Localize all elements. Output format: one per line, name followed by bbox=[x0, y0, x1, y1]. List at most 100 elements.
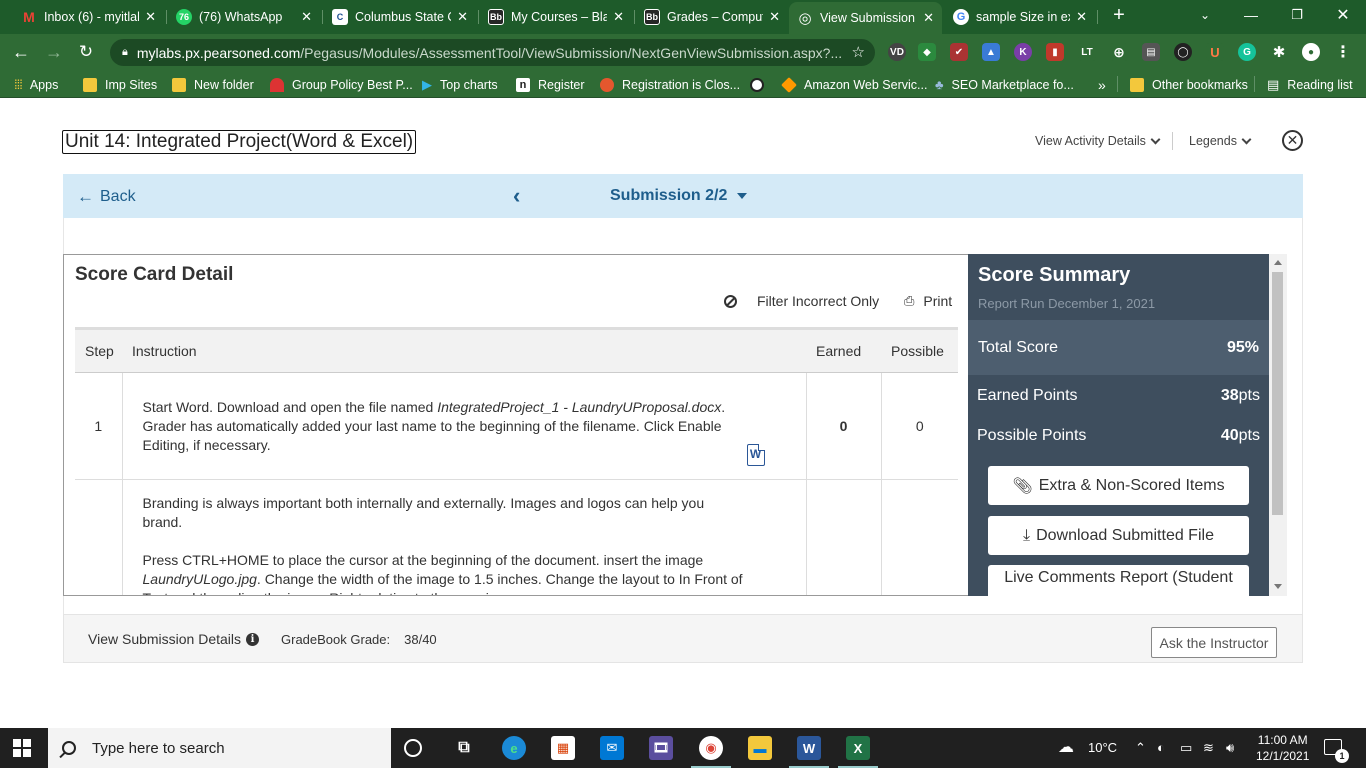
weather-icon[interactable]: ☁ bbox=[1058, 737, 1074, 757]
tab-sample-size[interactable]: G sample Size in ex ✕ bbox=[945, 4, 1095, 30]
excel-icon[interactable]: X bbox=[838, 736, 878, 768]
extension-doc-icon[interactable]: ▤ bbox=[1142, 43, 1160, 61]
maximize-button[interactable]: ❐ bbox=[1274, 0, 1320, 30]
windows-start-icon[interactable] bbox=[13, 739, 31, 757]
window-close-button[interactable]: ✕ bbox=[1320, 0, 1366, 30]
close-icon[interactable]: ✕ bbox=[457, 9, 468, 25]
close-icon[interactable]: ✕ bbox=[1076, 9, 1087, 25]
taskbar-clock[interactable]: 11:00 AM 12/1/2021 bbox=[1256, 732, 1309, 764]
microsoft-store-icon[interactable]: ▦ bbox=[551, 736, 575, 760]
back-arrow-icon[interactable]: ← bbox=[9, 40, 33, 64]
word-icon[interactable]: W bbox=[789, 736, 829, 768]
address-bar[interactable]: 🔒︎ mylabs.px.pearsoned.com/Pegasus/Modul… bbox=[110, 39, 875, 66]
live-comments-report-button[interactable]: Live Comments Report (Student bbox=[988, 565, 1249, 596]
taskbar-search-input[interactable]: Type here to search bbox=[48, 728, 391, 768]
temperature[interactable]: 10°C bbox=[1088, 740, 1117, 755]
view-activity-details[interactable]: View Activity Details bbox=[1035, 134, 1161, 148]
video-editor-icon[interactable]: 🎞︎ bbox=[649, 736, 673, 760]
bookmark-imp-sites[interactable]: Imp Sites bbox=[83, 76, 157, 93]
close-icon[interactable]: ✕ bbox=[769, 9, 780, 25]
minimize-button[interactable]: — bbox=[1228, 0, 1274, 30]
wifi-icon[interactable]: ≋ bbox=[1203, 740, 1214, 756]
bookmarks-overflow-chevron[interactable]: » bbox=[1098, 76, 1106, 93]
close-icon[interactable]: ✕ bbox=[301, 9, 312, 25]
reading-list[interactable]: ▤ Reading list bbox=[1267, 76, 1353, 93]
tab-search-chevron-icon[interactable]: ⌄ bbox=[1182, 0, 1228, 30]
bookmark-star-icon[interactable]: ☆ bbox=[852, 43, 865, 61]
mail-icon[interactable]: ✉ bbox=[600, 736, 624, 760]
chrome-icon[interactable]: ◉ bbox=[691, 736, 731, 768]
bookmark-other[interactable]: Other bookmarks bbox=[1130, 76, 1248, 93]
bookmark-aws[interactable]: Amazon Web Servic... bbox=[781, 76, 927, 93]
tab-columbus-state[interactable]: C Columbus State C ✕ bbox=[324, 4, 476, 30]
extension-lt-icon[interactable]: LT bbox=[1078, 43, 1096, 61]
tab-my-courses[interactable]: Bb My Courses – Bla ✕ bbox=[480, 4, 632, 30]
grammarly-icon[interactable]: G bbox=[1238, 43, 1256, 61]
url-path: /Pegasus/Modules/AssessmentTool/ViewSubm… bbox=[300, 44, 843, 61]
bookmark-apps[interactable]: ⁞⁞⁞ Apps bbox=[14, 76, 58, 93]
ask-instructor-button[interactable]: Ask the Instructor bbox=[1151, 627, 1277, 658]
bookmark-globe[interactable] bbox=[750, 76, 772, 93]
submission-selector[interactable]: Submission 2/2 bbox=[610, 187, 748, 205]
download-icon: ⤓ bbox=[1023, 526, 1031, 544]
bookmark-registration[interactable]: Registration is Clos... bbox=[600, 76, 740, 93]
new-tab-button[interactable]: + bbox=[1096, 0, 1142, 30]
edge-icon[interactable]: e bbox=[502, 736, 526, 760]
close-icon[interactable]: ✕ bbox=[923, 10, 934, 26]
reload-icon[interactable]: ↻ bbox=[74, 40, 98, 64]
extension-image-icon[interactable]: ▲ bbox=[982, 43, 1000, 61]
previous-submission-chevron-icon[interactable]: ‹ bbox=[513, 183, 520, 209]
close-icon[interactable]: ✕ bbox=[613, 9, 624, 25]
profile-avatar-icon[interactable]: ● bbox=[1302, 43, 1320, 61]
windows-taskbar: Type here to search ⧉ e ▦ ✉ 🎞︎ ◉ ▬ W X ☁… bbox=[0, 728, 1366, 768]
extension-book-icon[interactable]: ▮ bbox=[1046, 43, 1064, 61]
view-submission-details-link[interactable]: View Submission Details i bbox=[88, 631, 260, 647]
info-icon[interactable]: i bbox=[246, 632, 260, 646]
extension-globe-icon[interactable]: ⊕ bbox=[1110, 43, 1128, 61]
score-card-detail[interactable]: Score Card Detail Filter Incorrect Only … bbox=[63, 254, 968, 596]
tab-grades[interactable]: Bb Grades – Comput ✕ bbox=[636, 4, 788, 30]
download-submitted-file-button[interactable]: ⤓ Download Submitted File bbox=[988, 516, 1249, 555]
meet-now-icon[interactable]: ◐ bbox=[1157, 740, 1165, 755]
extension-check-icon[interactable]: ✔ bbox=[950, 43, 968, 61]
score-table: Step Instruction Earned Possible 1 Start… bbox=[75, 327, 958, 595]
close-icon[interactable]: ✕ bbox=[1282, 130, 1303, 151]
earned-value: 0 bbox=[806, 372, 882, 480]
bookmark-seo[interactable]: ♣ SEO Marketplace fo... bbox=[935, 76, 1074, 93]
word-file-icon[interactable]: W bbox=[746, 444, 765, 466]
file-explorer-icon[interactable]: ▬ bbox=[748, 736, 772, 760]
volume-icon[interactable]: 🔊︎ bbox=[1226, 740, 1234, 756]
tab-whatsapp[interactable]: 76 (76) WhatsApp ✕ bbox=[168, 4, 320, 30]
back-button[interactable]: ← Back bbox=[77, 187, 136, 207]
scroll-down-arrow-icon[interactable] bbox=[1274, 584, 1282, 589]
legends-dropdown[interactable]: Legends bbox=[1189, 134, 1252, 148]
panel-scrollbar[interactable] bbox=[1269, 254, 1287, 596]
battery-icon[interactable]: ▭ bbox=[1180, 740, 1192, 756]
tab-view-submission[interactable]: ◎ View Submission ✕ bbox=[789, 2, 942, 34]
show-hidden-icons-chevron[interactable]: ⌃ bbox=[1135, 740, 1146, 756]
notification-center-icon[interactable]: 1 bbox=[1324, 739, 1349, 763]
bookmark-top-charts[interactable]: ▶ Top charts bbox=[422, 76, 498, 93]
cortana-icon[interactable] bbox=[404, 739, 422, 757]
forward-arrow-icon[interactable]: → bbox=[42, 40, 66, 64]
chrome-menu-icon[interactable]: ⋮ bbox=[1334, 43, 1352, 61]
extension-u-icon[interactable]: U bbox=[1206, 43, 1224, 61]
extension-k-icon[interactable]: K bbox=[1014, 43, 1032, 61]
scroll-thumb[interactable] bbox=[1272, 272, 1283, 515]
close-icon[interactable]: ✕ bbox=[145, 9, 156, 25]
tab-gmail[interactable]: M Inbox (6) - myitlab ✕ bbox=[13, 4, 164, 30]
blackboard-icon: Bb bbox=[488, 9, 504, 25]
scroll-up-arrow-icon[interactable] bbox=[1274, 260, 1282, 265]
extension-gem-icon[interactable]: ◆ bbox=[918, 43, 936, 61]
bookmark-group-policy[interactable]: Group Policy Best P... bbox=[270, 76, 413, 93]
extension-circle-icon[interactable]: ◯ bbox=[1174, 43, 1192, 61]
extension-vd-icon[interactable]: VD bbox=[888, 43, 906, 61]
tab-title: Grades – Comput bbox=[667, 10, 764, 24]
extensions-puzzle-icon[interactable]: ✱ bbox=[1270, 43, 1288, 61]
filter-incorrect-button[interactable]: Filter Incorrect Only bbox=[724, 293, 879, 309]
bookmark-register[interactable]: n Register bbox=[516, 76, 585, 93]
print-button[interactable]: ⎙ Print bbox=[904, 293, 952, 309]
task-view-icon[interactable]: ⧉ bbox=[452, 736, 476, 760]
bookmark-new-folder[interactable]: New folder bbox=[172, 76, 254, 93]
extra-non-scored-button[interactable]: 📎︎ Extra & Non-Scored Items bbox=[988, 466, 1249, 505]
